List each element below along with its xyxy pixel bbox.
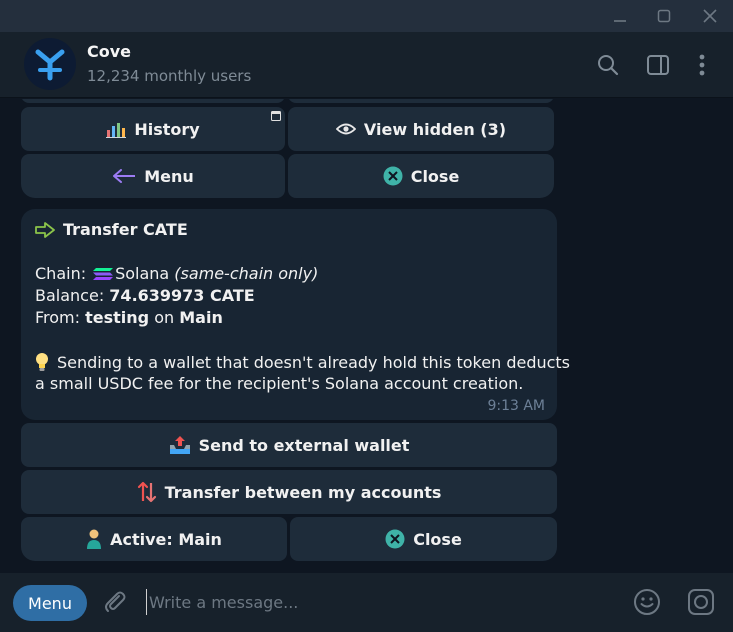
maximize-icon[interactable] <box>652 4 676 28</box>
view-hidden-button[interactable]: View hidden (3) <box>288 107 554 151</box>
chain-note: (same-chain only) <box>174 264 319 283</box>
active-account-button[interactable]: Active: Main <box>21 517 287 561</box>
from-line: From: testing on Main <box>35 308 223 327</box>
bot-menu-button[interactable]: Menu <box>13 585 87 621</box>
bar-chart-icon <box>106 123 127 138</box>
transfer-between-button[interactable]: Transfer between my accounts <box>21 470 557 514</box>
attach-icon[interactable] <box>100 587 130 617</box>
view-hidden-label: View hidden (3) <box>363 119 507 139</box>
close-bottom-button[interactable]: Close <box>290 517 557 561</box>
close-circle-icon <box>385 529 405 549</box>
solana-icon <box>93 267 114 280</box>
avatar[interactable] <box>24 38 76 90</box>
close-window-icon[interactable] <box>698 4 722 28</box>
cove-logo-icon <box>35 49 65 81</box>
chat-title: Cove <box>87 42 132 61</box>
send-external-button[interactable]: Send to external wallet <box>21 423 557 467</box>
message-composer: Menu <box>0 573 733 632</box>
keyboard-button-clipped-right[interactable] <box>288 99 554 103</box>
balance-label: Balance: <box>35 286 105 305</box>
transfer-between-label: Transfer between my accounts <box>164 482 442 502</box>
from-label: From: <box>35 308 81 327</box>
minimize-icon[interactable] <box>608 4 632 28</box>
active-account-label: Active: Main <box>110 529 222 549</box>
right-arrow-icon <box>35 221 55 238</box>
eye-icon <box>335 123 356 135</box>
history-label: History <box>134 119 200 139</box>
tip-text-2: a small USDC fee for the recipient's Sol… <box>35 374 524 393</box>
emoji-icon[interactable] <box>632 587 662 617</box>
history-button[interactable]: History <box>21 107 285 151</box>
up-down-arrows-icon <box>137 481 156 503</box>
close-circle-icon <box>383 166 403 186</box>
bot-menu-label: Menu <box>28 593 72 613</box>
message-input[interactable] <box>146 589 606 615</box>
message-bubble[interactable]: Transfer CATE Chain: Solana (same-chain … <box>21 209 570 420</box>
message-heading: Transfer CATE <box>35 220 188 239</box>
close-top-label: Close <box>410 166 460 186</box>
chain-label: Chain: <box>35 264 87 283</box>
menu-back-button[interactable]: Menu <box>21 154 285 198</box>
from-on: on <box>154 308 175 327</box>
window-titlebar <box>0 0 733 32</box>
web-app-icon <box>271 111 281 121</box>
heading-text: Transfer CATE <box>63 220 188 239</box>
chat-subtitle: 12,234 monthly users <box>87 67 252 85</box>
from-account: testing <box>85 308 150 327</box>
from-wallet: Main <box>179 308 223 327</box>
tip-line-1: Sending to a wallet that doesn't already… <box>35 352 570 372</box>
send-external-label: Send to external wallet <box>198 435 410 455</box>
close-bottom-label: Close <box>413 529 462 549</box>
chain-line: Chain: Solana (same-chain only) <box>35 264 318 283</box>
outbox-tray-icon <box>169 436 190 454</box>
close-top-button[interactable]: Close <box>288 154 554 198</box>
person-icon <box>87 529 102 549</box>
keyboard-button-clipped-left[interactable] <box>21 99 285 103</box>
lightbulb-icon <box>36 353 48 371</box>
balance-value: 74.639973 CATE <box>109 286 255 305</box>
chat-header[interactable]: Cove 12,234 monthly users <box>0 32 733 98</box>
message-time: 9:13 AM <box>487 398 545 414</box>
left-arrow-icon <box>113 169 136 183</box>
chain-value: Solana <box>115 264 170 283</box>
chat-messages[interactable]: History View hidden (3) Menu Close Trans… <box>0 99 733 573</box>
camera-video-message-icon[interactable] <box>686 587 716 617</box>
tip-line-2: a small USDC fee for the recipient's Sol… <box>35 374 523 393</box>
search-icon[interactable] <box>595 52 621 78</box>
menu-back-label: Menu <box>144 166 194 186</box>
more-vertical-icon[interactable] <box>689 52 715 78</box>
balance-line: Balance: 74.639973 CATE <box>35 286 255 305</box>
tip-text-1: Sending to a wallet that doesn't already… <box>57 352 571 372</box>
sidebar-toggle-icon[interactable] <box>645 52 671 78</box>
